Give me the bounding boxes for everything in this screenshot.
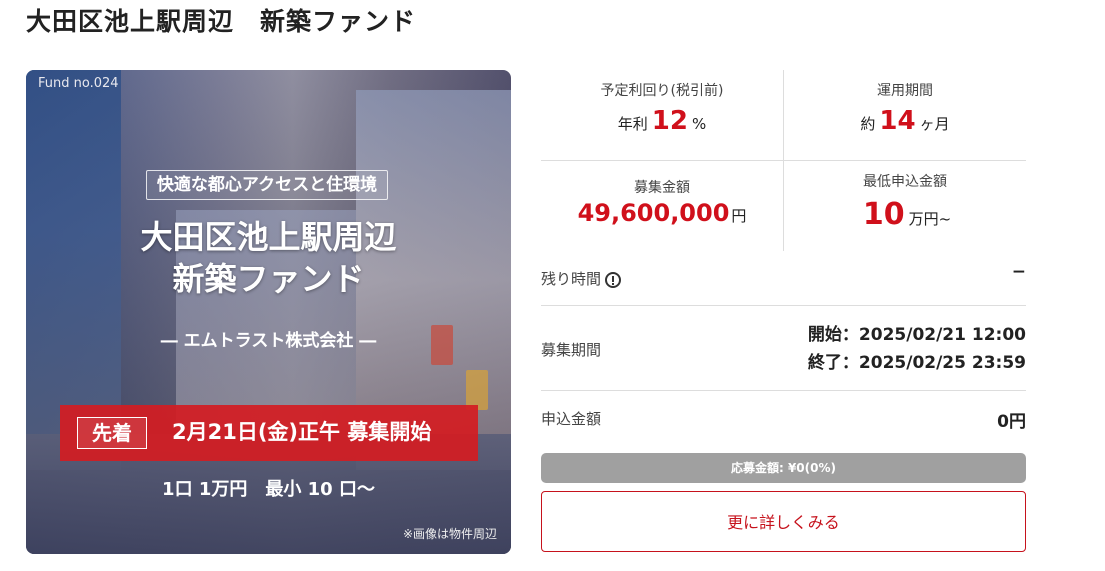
info-clock-icon[interactable] xyxy=(605,272,622,288)
hero-unit-text: 1口 1万円 最小 10 口〜 xyxy=(162,479,375,500)
stat-amount-value-row: 49,600,000 円 xyxy=(541,199,783,227)
application-progress-bar: 応募金額: ¥0(0%) xyxy=(541,453,1026,483)
stat-period-value: 14 xyxy=(879,106,916,136)
stat-period-prefix: 約 xyxy=(860,115,876,133)
stat-yield-value-row: 年利 12% xyxy=(541,106,783,136)
stat-amount-value: 49,600,000 xyxy=(577,199,730,227)
stat-period-suffix: ヶ月 xyxy=(919,115,950,133)
hero-company: ― エムトラスト株式会社 ― xyxy=(160,331,377,351)
hero-start-banner: 先着 2月21日(金)正午 募集開始 xyxy=(60,405,478,461)
stat-yield-value: 12 xyxy=(651,106,688,136)
stat-yield: 予定利回り(税引前) 年利 12% xyxy=(541,80,783,136)
applied-amount-row: 申込金額 0円 xyxy=(541,391,1026,445)
stat-yield-suffix: % xyxy=(691,115,707,133)
remaining-time-label: 残り時間 xyxy=(541,270,602,288)
applied-amount-value: 0円 xyxy=(997,412,1026,432)
view-details-button[interactable]: 更に詳しくみる xyxy=(541,491,1026,552)
recruit-period-row: 募集期間 開始：2025/02/21 12:00 終了：2025/02/25 2… xyxy=(541,306,1026,391)
stat-amount-label: 募集金額 xyxy=(634,180,690,196)
applied-amount-label: 申込金額 xyxy=(541,410,602,428)
remaining-time-row: 残り時間 − xyxy=(541,252,1026,306)
application-progress-text: 応募金額: ¥0(0%) xyxy=(730,461,837,475)
stat-minimum-value: 10 xyxy=(862,197,905,232)
stat-minimum-suffix: 万円~ xyxy=(908,210,952,228)
first-come-tag: 先着 xyxy=(77,417,147,449)
hero-fund-name-line2: 新築ファンド xyxy=(172,260,365,298)
recruit-period-end: 終了：2025/02/25 23:59 xyxy=(807,353,1026,373)
fund-number: Fund no.024 xyxy=(38,76,119,91)
hero-catchphrase: 快適な都心アクセスと住環境 xyxy=(146,170,388,200)
stat-yield-label: 予定利回り(税引前) xyxy=(600,83,724,99)
remaining-time-value: − xyxy=(1011,262,1026,282)
stat-period-value-row: 約 14 ヶ月 xyxy=(784,106,1026,136)
recruit-period-start: 開始：2025/02/21 12:00 xyxy=(807,325,1026,345)
stat-period-label: 運用期間 xyxy=(877,83,933,99)
stats-divider-horizontal xyxy=(541,160,1026,161)
shop-sign-decoration xyxy=(466,370,488,410)
recruit-period-label: 募集期間 xyxy=(541,341,602,359)
stat-yield-prefix: 年利 xyxy=(617,115,648,133)
stat-amount: 募集金額 49,600,000 円 xyxy=(541,177,783,227)
remaining-time-label-wrap: 残り時間 xyxy=(541,268,622,289)
stat-period: 運用期間 約 14 ヶ月 xyxy=(784,80,1026,136)
hero-fund-name: 大田区池上駅周辺 新築ファンド xyxy=(26,216,511,300)
fund-hero-image: Fund no.024 快適な都心アクセスと住環境 大田区池上駅周辺 新築ファン… xyxy=(26,70,511,554)
page-title: 大田区池上駅周辺 新築ファンド xyxy=(26,7,417,36)
hero-fund-name-line1: 大田区池上駅周辺 xyxy=(140,218,397,256)
stat-minimum-label: 最低申込金額 xyxy=(863,174,947,190)
recruit-period-value: 開始：2025/02/21 12:00 終了：2025/02/25 23:59 xyxy=(808,321,1026,377)
start-date-text: 2月21日(金)正午 募集開始 xyxy=(172,420,432,444)
hero-image-note: ※画像は物件周辺 xyxy=(402,527,497,541)
fund-stats-grid: 予定利回り(税引前) 年利 12% 運用期間 約 14 ヶ月 募集金額 49,600,… xyxy=(541,70,1026,251)
stat-minimum-value-row: 10 万円~ xyxy=(784,197,1026,232)
stat-minimum: 最低申込金額 10 万円~ xyxy=(784,171,1026,232)
stat-amount-suffix: 円 xyxy=(731,207,747,225)
